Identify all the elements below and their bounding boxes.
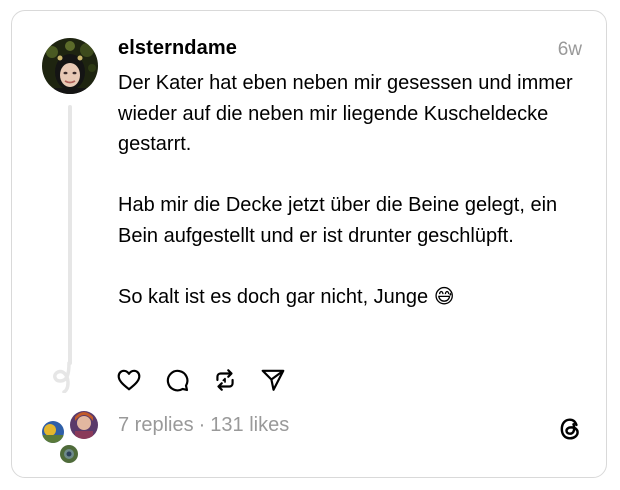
post-paragraph: Hab mir die Decke jetzt über die Beine g… xyxy=(118,194,558,247)
replier-avatar xyxy=(40,419,66,445)
avatar[interactable] xyxy=(42,38,98,94)
post-card: elsterndame 6w Der Kater hat eben neben … xyxy=(11,10,607,478)
heart-icon[interactable] xyxy=(116,367,142,393)
replier-avatar xyxy=(58,443,80,465)
post-text: Der Kater hat eben neben mir gesessen un… xyxy=(118,68,588,312)
timestamp: 6w xyxy=(557,39,582,60)
likes-count[interactable]: 131 likes xyxy=(210,414,289,436)
comment-icon[interactable] xyxy=(164,367,190,393)
replies-count[interactable]: 7 replies xyxy=(118,414,194,436)
stats-separator: · xyxy=(198,414,206,436)
thread-line xyxy=(68,105,72,365)
action-bar xyxy=(116,367,308,393)
post-paragraph: Der Kater hat eben neben mir gesessen un… xyxy=(118,72,573,155)
threads-logo-icon[interactable] xyxy=(556,415,584,443)
username[interactable]: elsterndame xyxy=(118,37,237,60)
replier-avatar xyxy=(68,409,100,441)
thread-loop-icon xyxy=(53,361,71,393)
repost-icon[interactable] xyxy=(212,367,238,393)
post-paragraph: So kalt ist es doch gar nicht, Junge 😅 xyxy=(118,285,455,308)
send-icon[interactable] xyxy=(260,367,286,393)
post-stats: 7 replies · 131 likes xyxy=(118,414,289,437)
